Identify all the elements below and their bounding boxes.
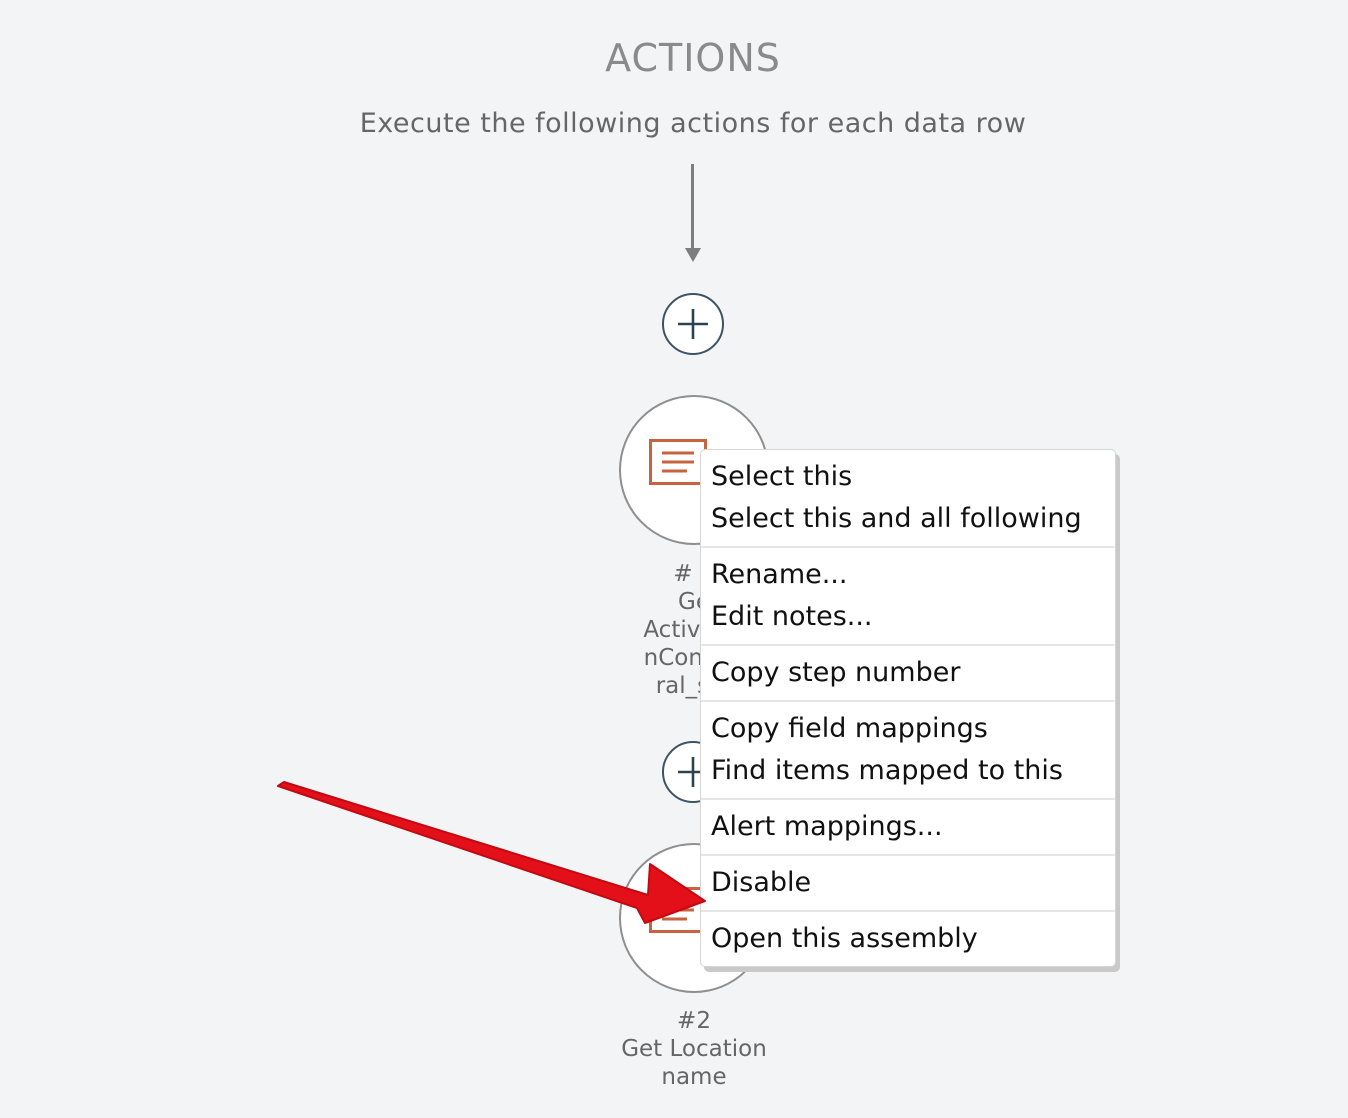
add-step-button[interactable] bbox=[662, 293, 724, 355]
menu-group-select: Select this Select this and all followin… bbox=[701, 450, 1115, 548]
menu-item-select-all-following[interactable]: Select this and all following bbox=[701, 498, 1115, 540]
menu-item-copy-step-number[interactable]: Copy step number bbox=[701, 652, 1115, 694]
menu-item-select-this[interactable]: Select this bbox=[701, 456, 1115, 498]
menu-item-open-assembly[interactable]: Open this assembly bbox=[701, 918, 1115, 960]
menu-item-edit-notes[interactable]: Edit notes... bbox=[701, 596, 1115, 638]
menu-group-edit: Rename... Edit notes... bbox=[701, 548, 1115, 646]
menu-item-copy-field-mappings[interactable]: Copy field mappings bbox=[701, 708, 1115, 750]
flow-connector bbox=[691, 164, 694, 248]
menu-item-alert-mappings[interactable]: Alert mappings... bbox=[701, 806, 1115, 848]
step-name-line: Get Location bbox=[621, 1036, 767, 1062]
plus-icon bbox=[678, 309, 708, 339]
menu-group-open: Open this assembly bbox=[701, 912, 1115, 966]
step-number: #2 bbox=[677, 1008, 711, 1034]
menu-item-find-mapped-items[interactable]: Find items mapped to this bbox=[701, 750, 1115, 792]
page-title: ACTIONS bbox=[605, 36, 781, 80]
context-menu: Select this Select this and all followin… bbox=[700, 449, 1116, 967]
menu-group-mappings: Copy field mappings Find items mapped to… bbox=[701, 702, 1115, 800]
menu-group-copy-number: Copy step number bbox=[701, 646, 1115, 702]
flow-arrowhead bbox=[685, 248, 701, 262]
page-subtitle: Execute the following actions for each d… bbox=[359, 108, 1027, 139]
menu-group-disable: Disable bbox=[701, 856, 1115, 912]
menu-item-rename[interactable]: Rename... bbox=[701, 554, 1115, 596]
menu-item-disable[interactable]: Disable bbox=[701, 862, 1115, 904]
menu-group-alert: Alert mappings... bbox=[701, 800, 1115, 856]
step-name-line: name bbox=[661, 1064, 727, 1090]
step-label-2: #2 Get Location name bbox=[584, 1007, 804, 1091]
